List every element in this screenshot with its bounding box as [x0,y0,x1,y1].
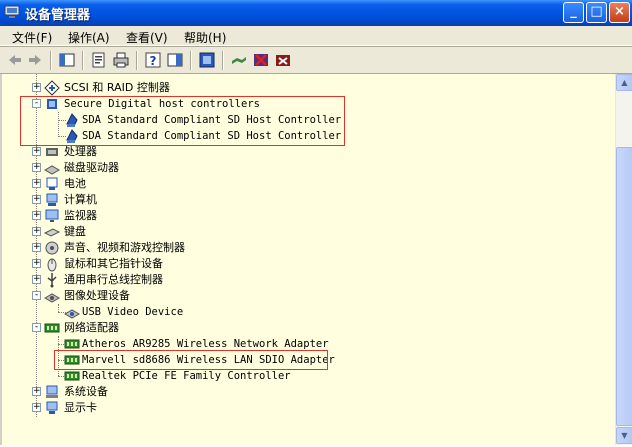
tree-item-network-adapters[interactable]: - 网络适配器 [2,320,612,336]
battery-icon [46,177,58,190]
maximize-button[interactable]: □ [586,2,607,23]
usb-icon [47,273,57,288]
update-driver-icon[interactable] [230,51,248,69]
tree-item-system-devices[interactable]: + 系统设备 [2,384,612,400]
tree-item-label: 计算机 [64,193,97,206]
tree-item-scsi[interactable]: + SCSI 和 RAID 控制器 [2,80,612,96]
tree-item-label: 电池 [64,177,86,190]
toolbar-separator [136,51,138,70]
expand-toggle[interactable]: + [32,275,41,284]
tree-item-label: 磁盘驱动器 [64,161,119,174]
disk-drive-icon [44,165,60,175]
console-tree-icon[interactable] [58,51,76,69]
camera-icon [64,309,80,319]
tree-item-processor[interactable]: + 处理器 [2,144,612,160]
minimize-button[interactable]: _ [563,2,584,23]
tree-item-label: 鼠标和其它指针设备 [64,257,163,270]
vertical-scrollbar[interactable]: ▲ ▼ [615,74,632,445]
toolbar: ? [0,46,632,74]
menu-file[interactable]: 文件(F) [12,29,52,46]
print-icon[interactable] [112,51,130,69]
nic-icon [64,371,80,381]
menu-view[interactable]: 查看(V) [126,29,168,46]
collapse-toggle[interactable]: - [32,291,41,300]
network-icon [44,323,60,333]
properties-icon[interactable] [90,51,108,69]
highlight-box-sd-controllers [20,96,345,146]
mouse-icon [47,258,57,272]
scan-hardware-icon[interactable] [198,51,216,69]
disable-icon[interactable] [252,51,270,69]
tree-item-mouse[interactable]: + 鼠标和其它指针设备 [2,256,612,272]
tree-item-label: 系统设备 [64,385,108,398]
monitor-icon [45,209,59,222]
menu-help[interactable]: 帮助(H) [184,29,226,46]
highlight-box-marvell-adapter [54,350,328,370]
scroll-up-button[interactable]: ▲ [616,74,632,91]
window-title: 设备管理器 [25,8,91,23]
expand-toggle[interactable]: + [32,403,41,412]
tree-item-realtek-controller[interactable]: Realtek PCIe FE Family Controller [2,368,612,384]
toolbar-separator [222,51,224,70]
expand-toggle[interactable]: + [32,211,41,220]
imaging-icon [44,293,60,303]
back-icon[interactable] [6,51,24,69]
tree-item-label: USB Video Device [82,306,184,318]
tree-item-usb-video-device[interactable]: USB Video Device [2,304,612,320]
menu-action[interactable]: 操作(A) [68,29,110,46]
tree-item-usb[interactable]: + 通用串行总线控制器 [2,272,612,288]
device-tree[interactable]: + SCSI 和 RAID 控制器 - Secure Digital host … [0,74,615,445]
toolbar-separator [82,51,84,70]
system-icon [46,385,58,398]
toolbar-separator [50,51,52,70]
tree-item-label: 声音、视频和游戏控制器 [64,241,185,254]
tree-item-computer[interactable]: + 计算机 [2,192,612,208]
tree-item-disk-drives[interactable]: + 磁盘驱动器 [2,160,612,176]
tree-item-imaging-devices[interactable]: - 图像处理设备 [2,288,612,304]
tree-item-battery[interactable]: + 电池 [2,176,612,192]
tree-item-label: 网络适配器 [64,321,119,334]
tree-item-display-adapters[interactable]: + 显示卡 [2,400,612,416]
device-manager-icon [4,5,20,18]
scroll-down-button[interactable]: ▼ [616,427,632,444]
uninstall-icon[interactable] [274,51,292,69]
tree-item-label: 监视器 [64,209,97,222]
tree-item-label: Realtek PCIe FE Family Controller [82,370,291,382]
toolbar-separator [190,51,192,70]
tree-item-label: 显示卡 [64,401,97,414]
scsi-icon [44,80,60,96]
sound-icon [45,241,59,255]
expand-toggle[interactable]: + [32,195,41,204]
expand-toggle[interactable]: + [32,243,41,252]
tree-item-label: 处理器 [64,145,97,158]
scroll-thumb[interactable] [616,147,632,426]
expand-toggle[interactable]: + [32,83,41,92]
computer-icon [46,193,58,206]
tree-item-label: 键盘 [64,225,86,238]
expand-toggle[interactable]: + [32,147,41,156]
collapse-toggle[interactable]: - [32,323,41,332]
menu-bar: 文件(F) 操作(A) 查看(V) 帮助(H) [0,26,632,46]
forward-icon[interactable] [26,51,44,69]
expand-toggle[interactable]: + [32,259,41,268]
svg-text:?: ? [150,54,157,68]
help-icon[interactable]: ? [144,51,162,69]
tree-item-label: SCSI 和 RAID 控制器 [64,81,170,94]
tree-item-sound-video-game[interactable]: + 声音、视频和游戏控制器 [2,240,612,256]
title-bar[interactable]: 设备管理器 _ □ × [0,0,632,26]
keyboard-icon [44,228,60,237]
show-hide-icon[interactable] [166,51,184,69]
tree-item-monitors[interactable]: + 监视器 [2,208,612,224]
expand-toggle[interactable]: + [32,179,41,188]
tree-item-keyboard[interactable]: + 键盘 [2,224,612,240]
expand-toggle[interactable]: + [32,163,41,172]
tree-item-label: 通用串行总线控制器 [64,273,163,286]
close-button[interactable]: × [609,2,630,23]
expand-toggle[interactable]: + [32,387,41,396]
expand-toggle[interactable]: + [32,227,41,236]
processor-icon [46,148,58,156]
tree-item-label: 图像处理设备 [64,289,130,302]
display-adapter-icon [46,401,58,414]
